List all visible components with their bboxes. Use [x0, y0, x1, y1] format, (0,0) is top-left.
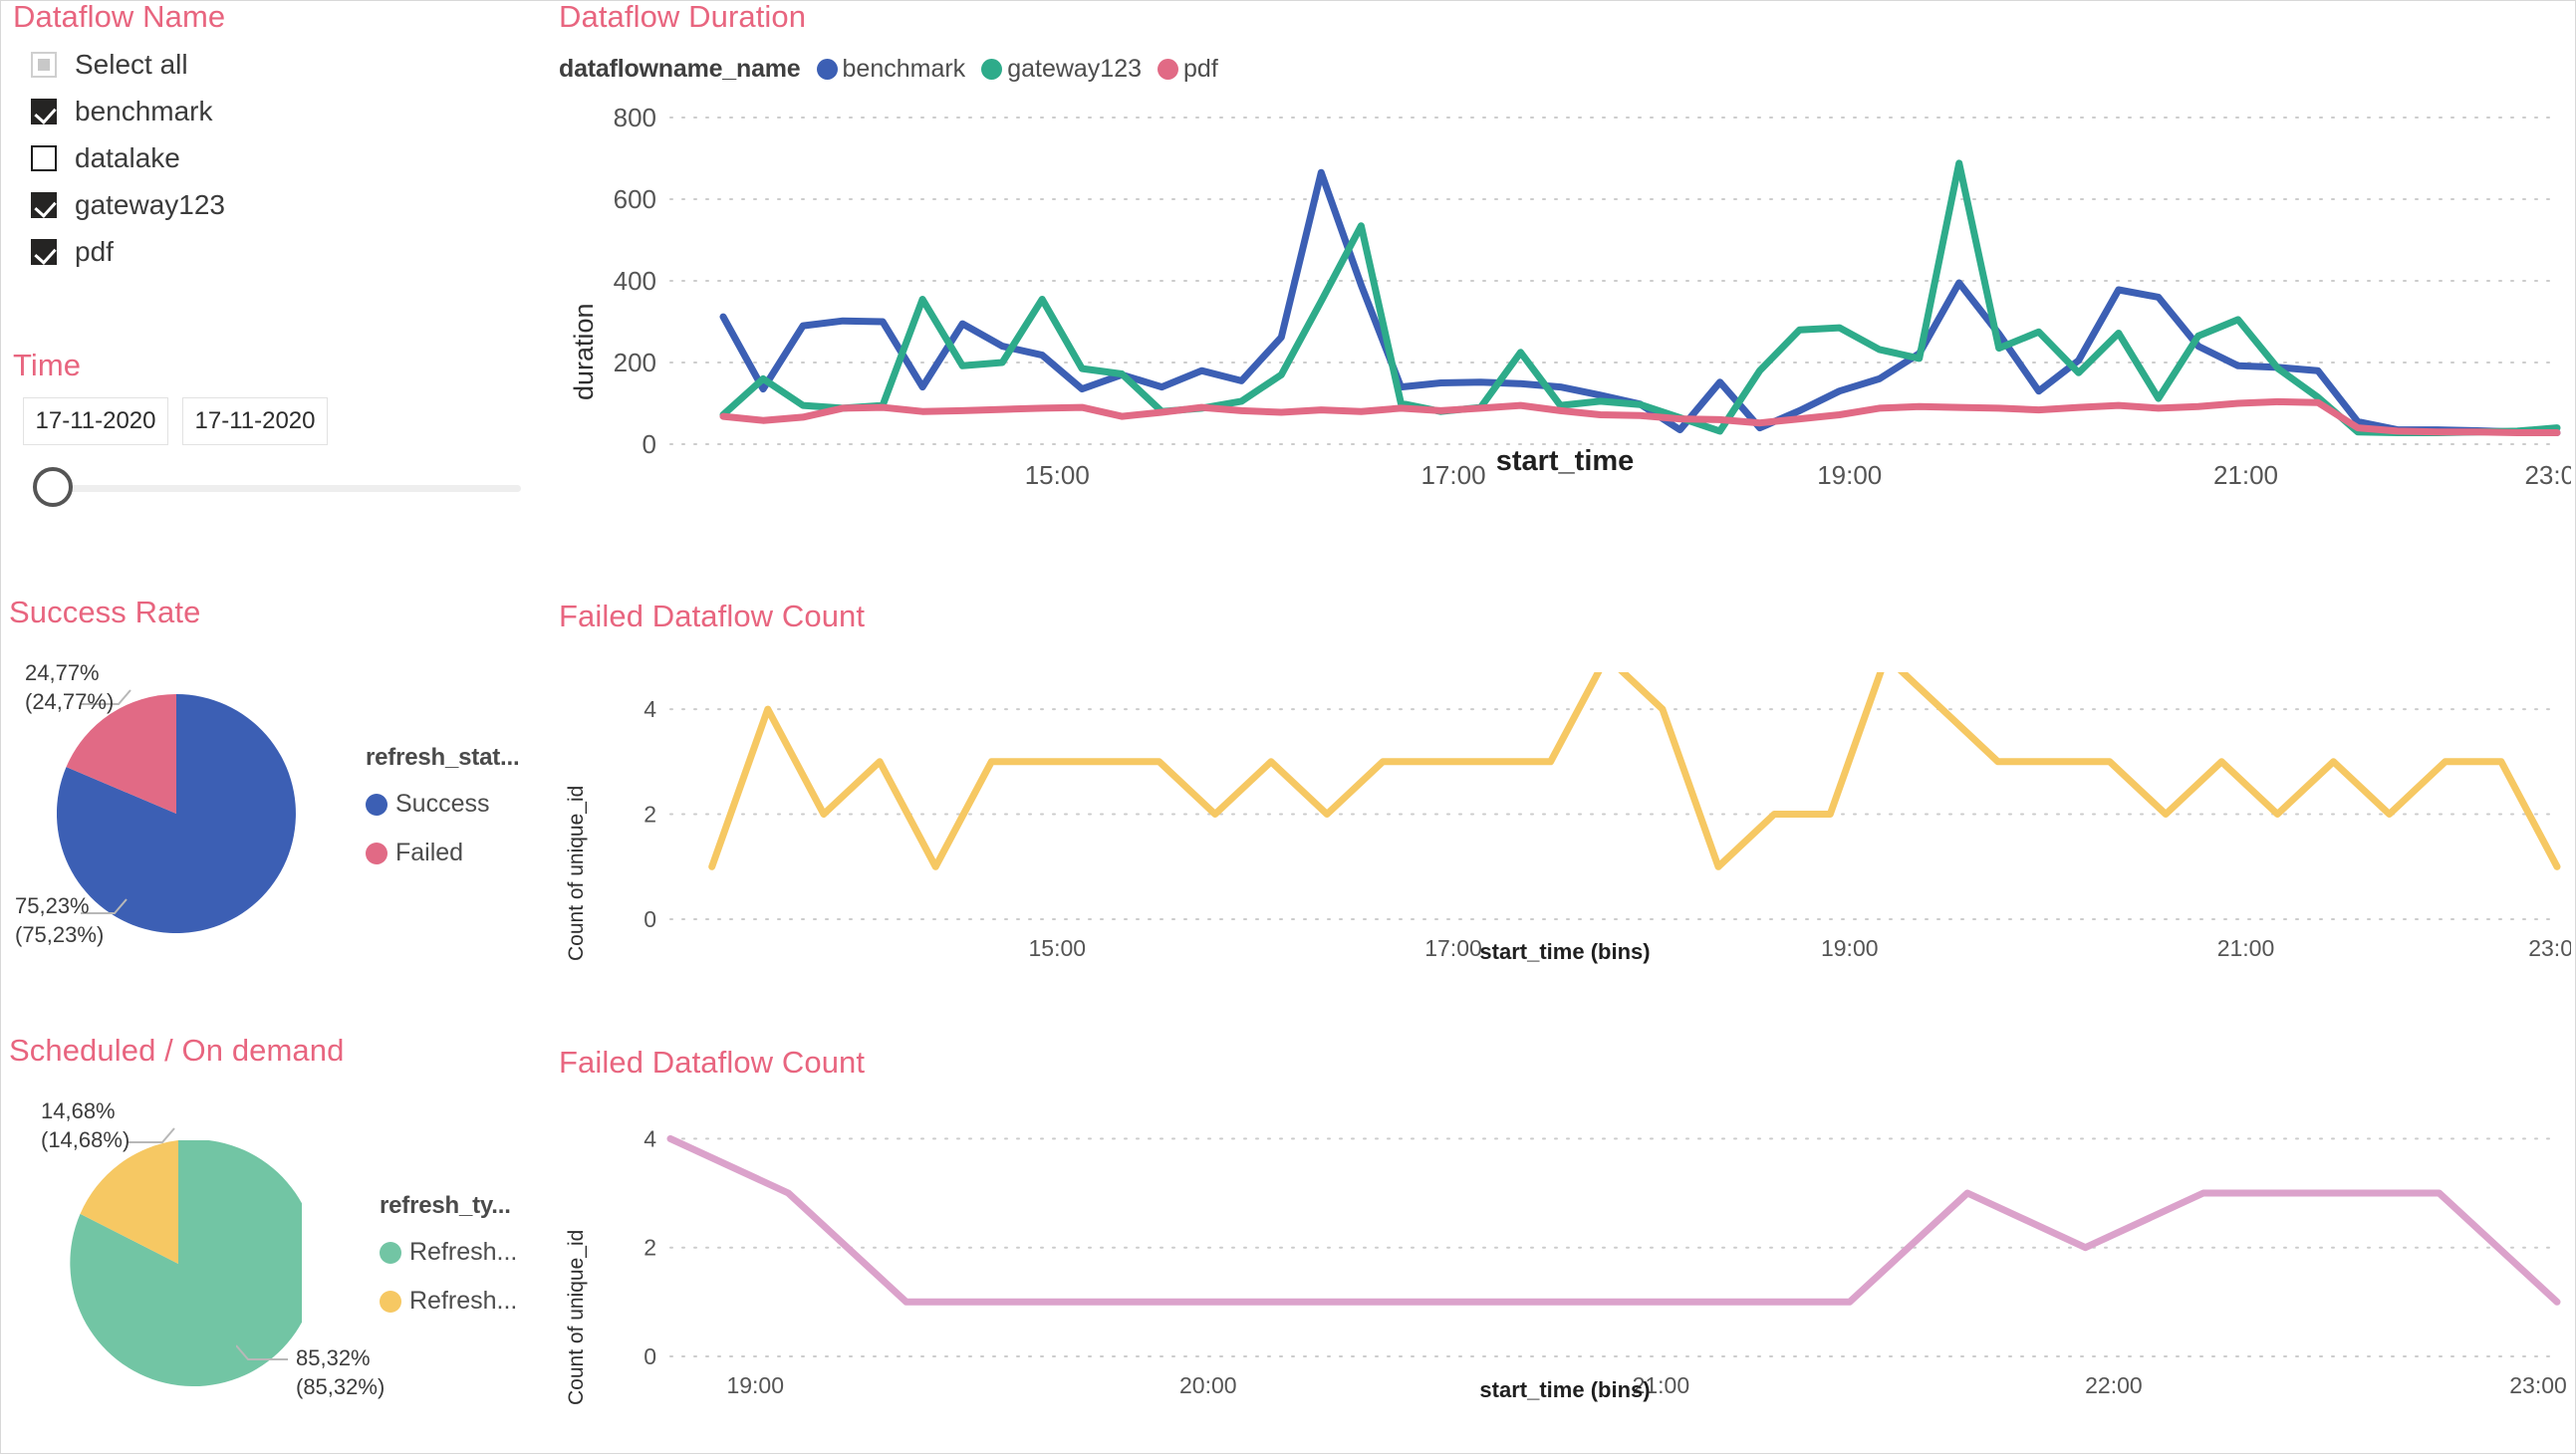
legend-dot-icon	[366, 842, 387, 864]
failed-count-top-card: Failed Dataflow Count Count of unique_id…	[559, 599, 2571, 1027]
slicer-item-label: Select all	[75, 48, 188, 80]
success-rate-callout-success: 75,23% (75,23%)	[15, 893, 105, 948]
legend-dot-icon	[380, 1241, 401, 1264]
svg-text:2: 2	[644, 1235, 656, 1261]
legend-title: dataflowname_name	[559, 55, 801, 83]
failed-count-bottom-title: Failed Dataflow Count	[559, 1045, 866, 1080]
failed-top-x-axis-title: start_time (bins)	[1479, 939, 1651, 964]
checkbox-empty-icon[interactable]	[31, 144, 57, 171]
legend-title: refresh_ty...	[380, 1192, 511, 1219]
duration-x-axis-title: start_time	[1495, 445, 1635, 477]
svg-text:4: 4	[644, 1125, 656, 1151]
failed-count-bottom-line-chart[interactable]: 02419:00 20:00 21:00 22:00 23:00	[559, 1106, 2571, 1410]
success-rate-visual: Success Rate 24,77% (24,77%) 75,23% (75,…	[9, 595, 547, 947]
scheduled-on-demand-legend: refresh_ty... Refresh... Refresh...	[380, 1192, 517, 1335]
failed-count-top-title: Failed Dataflow Count	[559, 599, 866, 633]
svg-text:0: 0	[644, 906, 656, 932]
failed-count-bottom-card: Failed Dataflow Count Count of unique_id…	[559, 1045, 2571, 1453]
checkbox-checked-icon[interactable]	[31, 98, 57, 124]
start-date-input[interactable]: 17-11-2020	[23, 397, 168, 445]
dataflow-name-slicer: Dataflow Name Select all benchmark datal…	[9, 0, 537, 275]
legend-dot-icon	[1158, 59, 1179, 80]
legend-dot-icon	[816, 59, 838, 80]
dashboard-page: Dataflow Name Select all benchmark datal…	[0, 0, 2576, 1454]
slider-handle[interactable]	[33, 467, 73, 507]
time-title: Time	[13, 348, 82, 382]
slider-track[interactable]	[45, 485, 521, 492]
success-rate-legend: refresh_stat... Success Failed	[366, 744, 520, 887]
legend-item-pdf[interactable]: pdf	[1158, 55, 1218, 84]
svg-text:0: 0	[644, 1343, 656, 1369]
dataflow-duration-legend: dataflowname_name benchmark gateway123 p…	[559, 55, 2571, 84]
legend-item-refresh-ondemand[interactable]: Refresh...	[380, 1287, 517, 1316]
slicer-item-datalake[interactable]: datalake	[9, 134, 537, 181]
slicer-item-label: gateway123	[75, 188, 226, 220]
checkbox-checked-icon[interactable]	[31, 238, 57, 265]
scheduled-on-demand-visual: Scheduled / On demand 14,68% (14,68%) 85…	[9, 1033, 547, 1399]
svg-text:400: 400	[614, 266, 656, 296]
failed-bottom-x-axis-title: start_time (bins)	[1479, 1377, 1651, 1402]
legend-dot-icon	[380, 1290, 401, 1313]
svg-text:2: 2	[644, 802, 656, 828]
time-slicer: Time 17-11-2020 17-11-2020	[9, 348, 537, 511]
date-range-row: 17-11-2020 17-11-2020	[23, 397, 537, 445]
legend-item-failed[interactable]: Failed	[366, 839, 519, 867]
slicer-item-label: benchmark	[75, 95, 213, 126]
success-rate-title: Success Rate	[9, 595, 201, 629]
dataflow-duration-title: Dataflow Duration	[559, 0, 807, 34]
scheduled-on-demand-pie-body: 14,68% (14,68%) 85,32% (85,32%) refresh_…	[9, 1073, 547, 1399]
failed-top-y-axis-title: Count of unique_id	[565, 785, 588, 961]
svg-text:4: 4	[644, 696, 656, 722]
svg-text:800: 800	[614, 103, 656, 132]
scheduled-callout-on-demand: 14,68% (14,68%)	[41, 1098, 130, 1153]
slicer-item-label: pdf	[75, 235, 114, 267]
dataflow-duration-card: Dataflow Duration dataflowname_name benc…	[559, 0, 2571, 577]
slicer-item-pdf[interactable]: pdf	[9, 228, 537, 275]
failed-count-bottom-plot[interactable]: Count of unique_id 0 2 4 19:00 20:00 21:00 22:…	[559, 1106, 2571, 1455]
duration-y-axis-title: duration	[569, 303, 599, 400]
svg-text:200: 200	[614, 348, 656, 377]
slicer-item-gateway123[interactable]: gateway123	[9, 181, 537, 228]
legend-item-refresh-scheduled[interactable]: Refresh...	[380, 1238, 517, 1267]
slicer-item-select-all[interactable]: Select all	[9, 41, 537, 88]
checkbox-checked-icon[interactable]	[31, 191, 57, 218]
callout-leader-line-top	[127, 1127, 175, 1143]
scheduled-on-demand-title: Scheduled / On demand	[9, 1033, 345, 1068]
success-rate-callout-failed: 24,77% (24,77%)	[25, 660, 115, 715]
success-rate-pie-body: 24,77% (24,77%) 75,23% (75,23%) refresh_…	[9, 634, 547, 947]
time-range-slider[interactable]	[23, 467, 521, 511]
legend-item-success[interactable]: Success	[366, 790, 519, 819]
legend-dot-icon	[981, 59, 1003, 80]
legend-item-gateway123[interactable]: gateway123	[981, 55, 1142, 84]
dataflow-duration-plot[interactable]: duration 0 200 400 600 800 15:00 17:00 19:00 21:…	[559, 102, 2571, 510]
slicer-item-label: datalake	[75, 141, 180, 173]
legend-title: refresh_stat...	[366, 744, 520, 771]
svg-text:600: 600	[614, 184, 656, 214]
failed-count-top-line-chart[interactable]: 02415:0017:0019:0021:0023:00	[559, 672, 2571, 971]
checkbox-partial-icon[interactable]	[31, 51, 57, 78]
legend-item-benchmark[interactable]: benchmark	[816, 55, 965, 84]
left-filter-panel: Dataflow Name Select all benchmark datal…	[1, 0, 547, 1453]
legend-dot-icon	[366, 793, 387, 816]
slicer-item-benchmark[interactable]: benchmark	[9, 88, 537, 134]
dataflow-name-title: Dataflow Name	[13, 0, 226, 34]
end-date-input[interactable]: 17-11-2020	[182, 397, 328, 445]
scheduled-callout-scheduled: 85,32% (85,32%)	[296, 1345, 386, 1400]
failed-count-top-plot[interactable]: Count of unique_id 0 2 4 15:00 17:00 19:00 21:…	[559, 672, 2571, 1011]
